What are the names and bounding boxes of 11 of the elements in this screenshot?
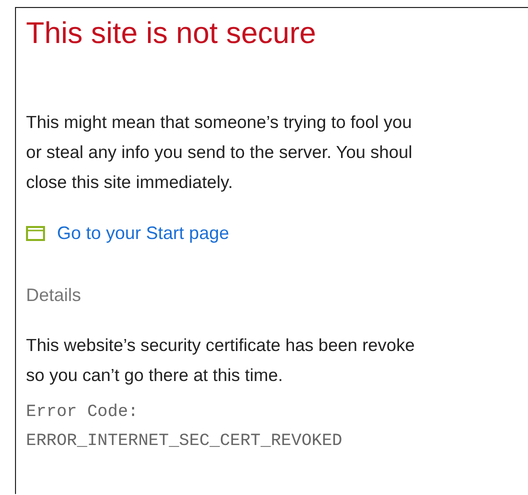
start-page-link[interactable]: Go to your Start page bbox=[26, 223, 230, 244]
details-text: This website’s security certificate has been revoke bbox=[26, 334, 415, 357]
warning-text: or steal any info you send to the server. You shoul bbox=[26, 141, 412, 164]
error-code-text: ERROR_INTERNET_SEC_CERT_REVOKED bbox=[26, 431, 342, 453]
warning-text: This might mean that someone’s trying to fool you bbox=[26, 111, 412, 134]
page-title: This site is not secure bbox=[26, 16, 316, 52]
warning-text: close this site immediately. bbox=[26, 171, 233, 194]
error-code-text: Error Code: bbox=[26, 402, 138, 424]
window-icon bbox=[26, 226, 45, 241]
details-text: so you can’t go there at this time. bbox=[26, 364, 283, 387]
details-heading: Details bbox=[26, 285, 82, 306]
